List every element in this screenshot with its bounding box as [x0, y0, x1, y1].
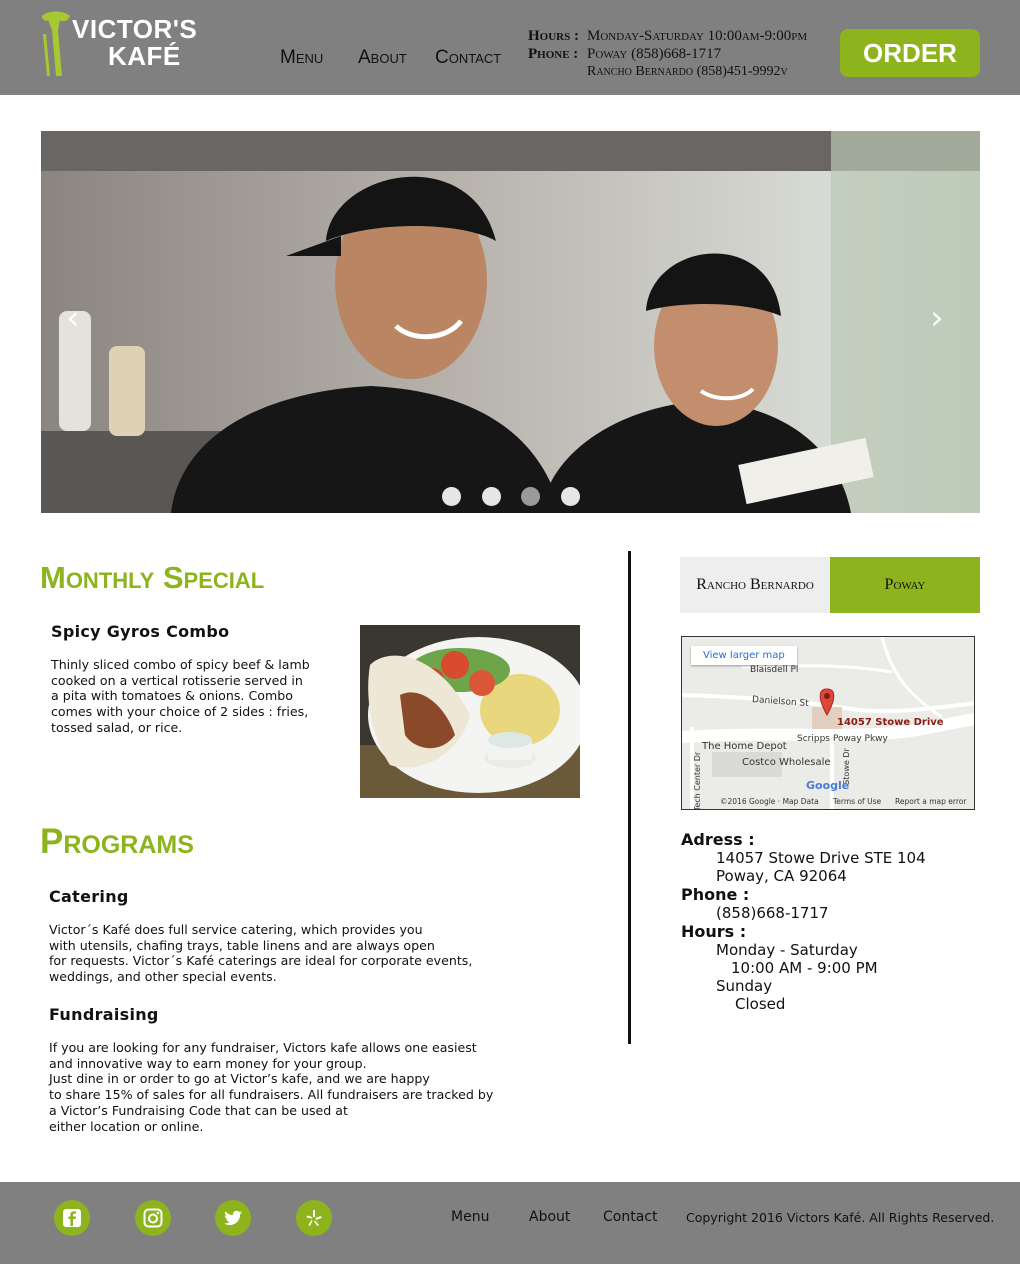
facebook-icon[interactable] [54, 1200, 90, 1236]
fundraising-title: Fundraising [49, 1005, 159, 1024]
logo[interactable]: VICTOR'S KAFÉ [38, 10, 197, 80]
hours-days-weekday: Monday - Saturday [716, 941, 858, 959]
catering-title: Catering [49, 887, 129, 906]
special-item-description: Thinly sliced combo of spicy beef & lamb… [51, 657, 310, 735]
monthly-special-title: Monthly Special [40, 560, 265, 595]
logo-line2: KAFÉ [108, 41, 181, 71]
hours-label-side: Hours : [681, 922, 747, 941]
hours-time-weekday: 10:00 AM - 9:00 PM [731, 959, 878, 977]
google-logo: Google [806, 779, 850, 792]
programs-title: Programs [40, 822, 194, 861]
nav-about[interactable]: About [358, 47, 407, 69]
address-line2: Poway, CA 92064 [716, 867, 847, 885]
copyright-text: Copyright 2016 Victors Kafé. All Rights … [686, 1210, 995, 1225]
carousel-dot[interactable] [481, 487, 501, 506]
phone-poway: Poway (858)668-1717 [587, 46, 722, 62]
yelp-icon[interactable] [296, 1200, 332, 1236]
map-street-scripps-poway: Scripps Poway Pkwy [797, 734, 888, 744]
fundraising-text: If you are looking for any fundraiser, V… [49, 1040, 494, 1134]
map-pin-label: 14057 Stowe Drive [837, 717, 944, 728]
map-street-tech-center: Tech Center Dr [693, 751, 703, 810]
hero-photo [41, 131, 980, 513]
map-place-home-depot: The Home Depot [702, 741, 787, 752]
order-button[interactable]: ORDER [840, 29, 980, 77]
catering-text: Victor´s Kafé does full service catering… [49, 922, 473, 985]
tab-poway[interactable]: Poway [830, 557, 980, 613]
map-street-blaisdell: Blaisdell Pl [750, 665, 799, 675]
twitter-icon[interactable] [215, 1200, 251, 1236]
map-place-costco: Costco Wholesale [742, 757, 831, 768]
footer-link-menu[interactable]: Menu [451, 1209, 489, 1225]
tab-rancho-bernardo[interactable]: Rancho Bernardo [680, 557, 830, 613]
footer-link-contact[interactable]: Contact [603, 1209, 657, 1225]
map-attribution: ©2016 Google · Map Data [720, 797, 819, 806]
phone-label: Phone : [528, 46, 579, 62]
nav-contact[interactable]: Contact [435, 47, 501, 69]
location-map[interactable]: View larger map 14057 Stowe Drive Blaisd… [681, 636, 975, 810]
gyros-combo-photo [360, 625, 580, 798]
column-divider [628, 551, 631, 1044]
carousel-next-icon[interactable]: › [930, 298, 944, 338]
carousel-prev-icon[interactable]: ‹ [66, 298, 80, 338]
phone-rancho: Rancho Bernardo (858)451-9992v [587, 64, 788, 79]
view-larger-map-link[interactable]: View larger map [691, 646, 797, 665]
hours-value: Monday-Saturday 10:00am-9:00pm [587, 28, 808, 44]
hero-carousel [41, 131, 980, 513]
address-line1: 14057 Stowe Drive STE 104 [716, 849, 926, 867]
carousel-dot[interactable] [442, 487, 461, 506]
carousel-dot[interactable] [560, 487, 580, 506]
map-report-link[interactable]: Report a map error [895, 797, 966, 806]
instagram-icon[interactable] [135, 1200, 171, 1236]
special-item-title: Spicy Gyros Combo [51, 622, 230, 641]
phone-value: (858)668-1717 [716, 904, 829, 922]
phone-label-side: Phone : [681, 885, 750, 904]
nav-menu[interactable]: Menu [280, 47, 323, 69]
address-label: Adress : [681, 830, 755, 849]
hours-days-sunday: Sunday [716, 977, 773, 995]
footer-link-about[interactable]: About [529, 1209, 570, 1225]
map-terms-link[interactable]: Terms of Use [833, 797, 881, 806]
hours-time-sunday: Closed [735, 995, 786, 1013]
carousel-dot[interactable] [521, 487, 540, 506]
hours-label: Hours : [528, 28, 579, 44]
